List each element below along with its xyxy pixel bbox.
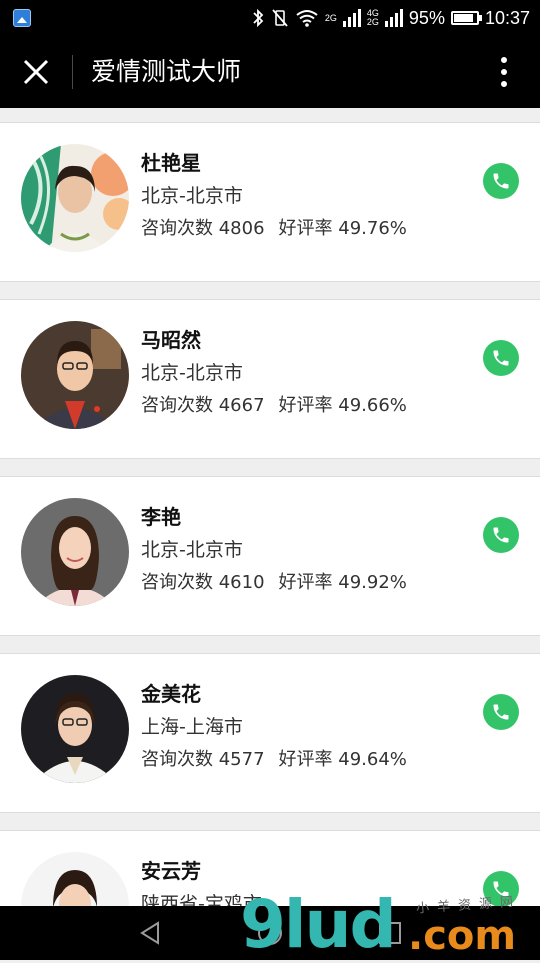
expert-location: 上海-上海市 — [141, 716, 243, 738]
rating-value: 49.92% — [338, 572, 407, 593]
battery-level — [453, 14, 473, 22]
call-button[interactable] — [483, 517, 519, 553]
call-button[interactable] — [483, 871, 519, 906]
consult-label: 咨询次数 — [141, 395, 213, 416]
expert-name: 金美花 — [141, 682, 201, 706]
more-menu-button[interactable] — [486, 54, 522, 90]
vibrate-off-icon — [272, 9, 288, 27]
expert-card[interactable]: 安云芳 陕西省-宝鸡市 — [0, 830, 540, 906]
avatar — [21, 321, 129, 429]
expert-card[interactable]: 李艳 北京-北京市 咨询次数 4610 好评率 49.92% — [0, 476, 540, 636]
home-icon[interactable] — [256, 919, 284, 947]
consult-label: 咨询次数 — [141, 218, 213, 239]
expert-card[interactable]: 马昭然 北京-北京市 咨询次数 4667 好评率 49.66% — [0, 299, 540, 459]
phone-icon — [493, 350, 509, 366]
status-bar: 2G 4G 2G 95% 10:37 — [0, 0, 540, 36]
recents-icon[interactable] — [376, 919, 404, 947]
avatar — [21, 144, 129, 252]
phone-icon — [493, 527, 509, 543]
expert-location: 陕西省-宝鸡市 — [141, 893, 262, 906]
battery-percent: 95% — [408, 7, 445, 28]
more-vertical-icon-dot — [501, 57, 507, 63]
more-vertical-icon-dot — [501, 81, 507, 87]
title-divider — [72, 55, 73, 89]
expert-name: 马昭然 — [141, 328, 201, 352]
call-button[interactable] — [483, 694, 519, 730]
network-type-1: 2G — [324, 12, 337, 23]
back-icon[interactable] — [136, 919, 164, 947]
expert-card[interactable]: 杜艳星 北京-北京市 咨询次数 4806 好评率 49.76% — [0, 122, 540, 282]
signal-icon — [342, 9, 361, 27]
close-button[interactable] — [14, 50, 58, 94]
phone-icon — [493, 704, 509, 720]
rating-value: 49.64% — [338, 749, 407, 770]
avatar — [21, 852, 129, 906]
wifi-icon — [296, 10, 318, 27]
status-icons: 2G 4G 2G 95% 10:37 — [251, 0, 530, 36]
bluetooth-icon — [253, 8, 264, 28]
consult-count: 4577 — [218, 749, 265, 770]
consult-label: 咨询次数 — [141, 749, 213, 770]
call-button[interactable] — [483, 340, 519, 376]
page-title: 爱情测试大师 — [91, 57, 242, 86]
signal-icon-2 — [384, 9, 403, 27]
rating-value: 49.76% — [338, 218, 407, 239]
expert-name: 杜艳星 — [141, 151, 201, 175]
phone-icon — [493, 173, 509, 189]
expert-stats: 咨询次数 4577 好评率 49.64% — [141, 745, 407, 771]
expert-stats: 咨询次数 4667 好评率 49.66% — [141, 391, 407, 417]
expert-stats: 咨询次数 4610 好评率 49.92% — [141, 568, 407, 594]
rating-label: 好评率 — [278, 218, 333, 239]
consult-count: 4806 — [218, 218, 265, 239]
navigation-bar — [0, 906, 540, 960]
gallery-notification-icon — [13, 9, 31, 27]
close-icon — [23, 59, 49, 85]
more-vertical-icon-dot — [501, 69, 507, 75]
expert-location: 北京-北京市 — [141, 362, 243, 384]
consult-count: 4610 — [218, 572, 265, 593]
clock: 10:37 — [484, 7, 530, 28]
avatar — [21, 498, 129, 606]
expert-location: 北京-北京市 — [141, 185, 243, 207]
expert-name: 安云芳 — [141, 859, 201, 883]
rating-label: 好评率 — [278, 395, 333, 416]
expert-name: 李艳 — [141, 505, 181, 529]
call-button[interactable] — [483, 163, 519, 199]
rating-value: 49.66% — [338, 395, 407, 416]
expert-location: 北京-北京市 — [141, 539, 243, 561]
expert-list: 杜艳星 北京-北京市 咨询次数 4806 好评率 49.76% 马昭然 北京-北… — [0, 108, 540, 906]
rating-label: 好评率 — [278, 749, 333, 770]
rating-label: 好评率 — [278, 572, 333, 593]
battery-icon — [450, 11, 482, 25]
avatar — [21, 675, 129, 783]
expert-stats: 咨询次数 4806 好评率 49.76% — [141, 214, 407, 240]
phone-icon — [493, 881, 509, 897]
consult-count: 4667 — [218, 395, 265, 416]
network-type-2: 4G 2G — [366, 8, 379, 27]
title-bar: 爱情测试大师 — [0, 36, 540, 108]
expert-card[interactable]: 金美花 上海-上海市 咨询次数 4577 好评率 49.64% — [0, 653, 540, 813]
consult-label: 咨询次数 — [141, 572, 213, 593]
